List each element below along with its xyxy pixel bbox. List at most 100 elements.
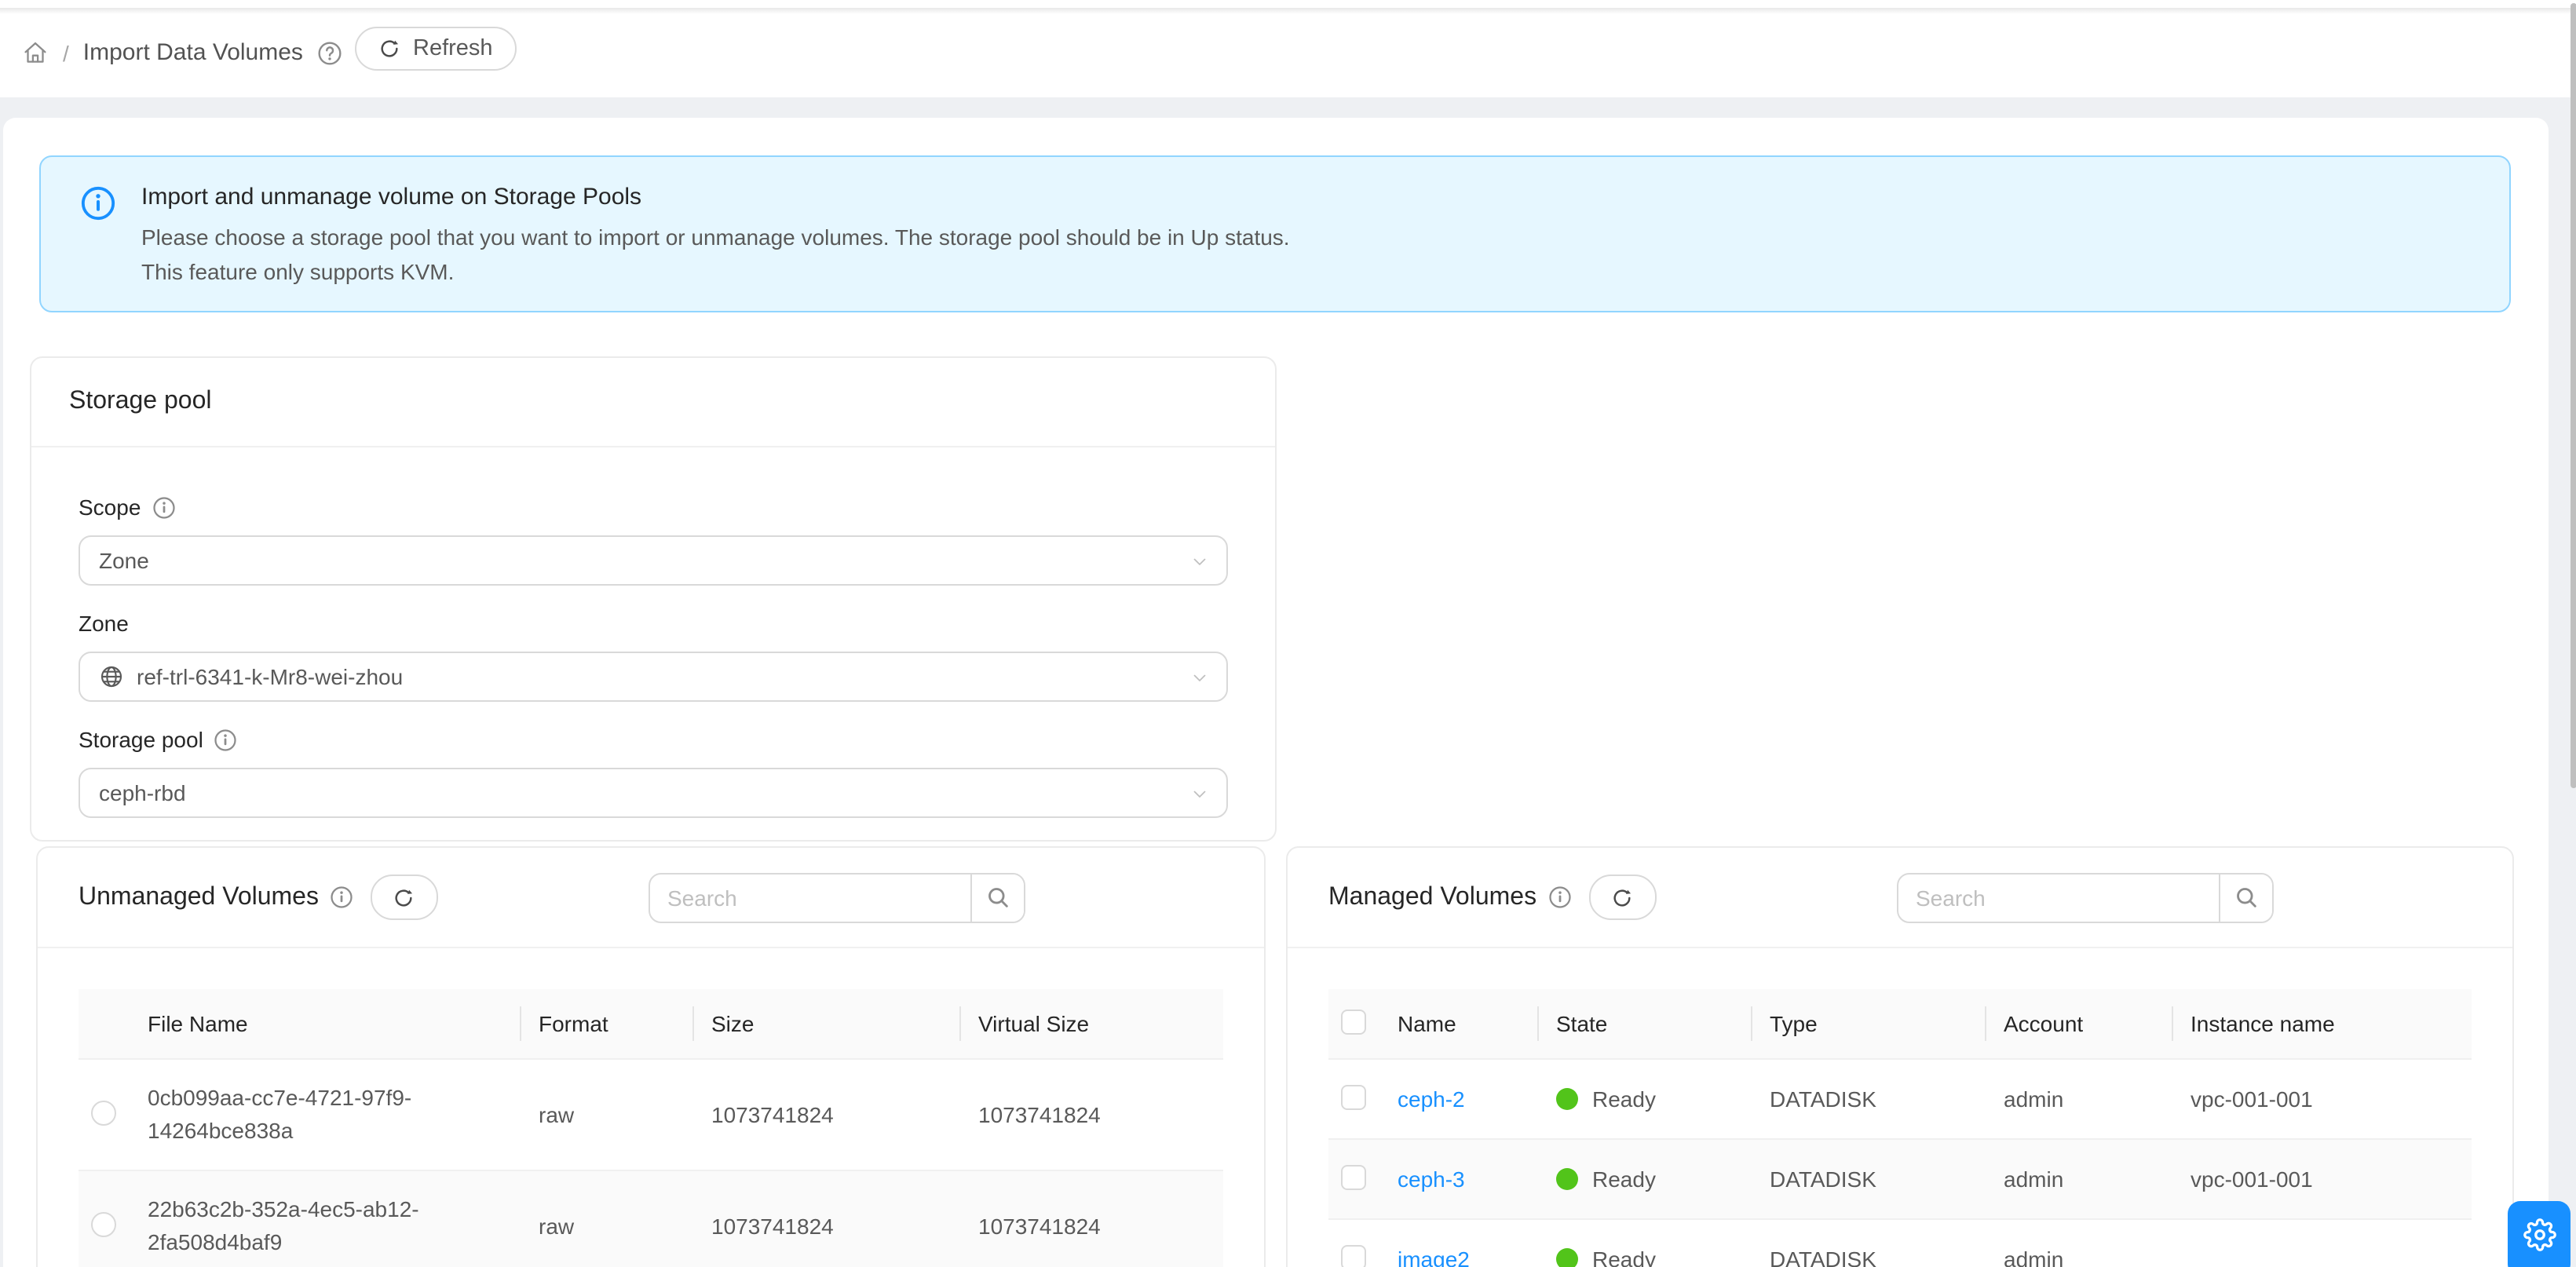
row-radio[interactable] <box>91 1100 116 1125</box>
column-header-type: Type <box>1751 989 1985 1059</box>
account-cell: admin <box>1985 1219 2172 1267</box>
breadcrumb-separator: / <box>63 40 69 65</box>
managed-refresh-button[interactable] <box>1588 874 1656 920</box>
size-cell: 1073741824 <box>692 1059 959 1170</box>
type-cell: DATADISK <box>1751 1219 1985 1267</box>
settings-fab-button[interactable] <box>2508 1201 2571 1267</box>
row-checkbox[interactable] <box>1341 1164 1366 1189</box>
info-alert: Import and unmanage volume on Storage Po… <box>39 155 2511 312</box>
account-cell: admin <box>1985 1059 2172 1139</box>
refresh-button[interactable]: Refresh <box>355 27 517 71</box>
instance-name-cell: vpc-001-001 <box>2172 1059 2472 1139</box>
instance-name-cell <box>2172 1219 2472 1267</box>
row-checkbox[interactable] <box>1341 1244 1366 1267</box>
status-dot <box>1556 1088 1578 1110</box>
reload-icon <box>378 38 400 60</box>
reload-icon <box>1611 886 1633 908</box>
volume-name-link[interactable]: ceph-2 <box>1398 1086 1465 1112</box>
zone-select[interactable]: ref-trl-6341-k-Mr8-wei-zhou <box>79 652 1228 702</box>
row-radio[interactable] <box>91 1211 116 1236</box>
header-shadow <box>0 8 2576 14</box>
column-header-account: Account <box>1985 989 2172 1059</box>
state-cell: Ready <box>1592 1247 1656 1267</box>
radio-column-header <box>79 989 129 1059</box>
column-header-instance-name: Instance name <box>2172 989 2472 1059</box>
vertical-scrollbar-thumb[interactable] <box>2571 3 2576 788</box>
table-row: ceph-3 Ready DATADISK admin vpc-001-001 <box>1328 1139 2472 1219</box>
managed-card-title: Managed Volumes <box>1328 883 1536 911</box>
column-header-file-name: File Name <box>129 989 520 1059</box>
unmanaged-info-icon[interactable] <box>330 885 353 909</box>
table-row: 0cb099aa-cc7e-4721-97f9-14264bce838a raw… <box>79 1059 1223 1170</box>
storage-pool-card: Storage pool Scope Zone <box>30 356 1277 842</box>
storage-pool-card-body: Scope Zone Zone <box>31 447 1275 818</box>
table-header-row: File Name Format Size Virtual Size <box>79 989 1223 1059</box>
unmanaged-refresh-button[interactable] <box>371 874 438 920</box>
managed-search-input[interactable] <box>1898 874 2219 921</box>
scope-select-value: Zone <box>99 548 149 573</box>
column-header-format: Format <box>520 989 692 1059</box>
status-dot <box>1556 1248 1578 1267</box>
file-name-cell: 0cb099aa-cc7e-4721-97f9-14264bce838a <box>148 1082 449 1148</box>
scope-select[interactable]: Zone <box>79 535 1228 586</box>
select-all-column-header <box>1328 989 1379 1059</box>
pool-label-row: Storage pool <box>79 725 1228 754</box>
managed-search-button[interactable] <box>2219 874 2272 921</box>
table-header-row: Name State Type Account Instance name <box>1328 989 2472 1059</box>
unmanaged-card-body: File Name Format Size Virtual Size 0cb09… <box>38 948 1264 1267</box>
managed-volumes-table: Name State Type Account Instance name ce… <box>1328 989 2472 1267</box>
zone-label-row: Zone <box>79 609 1228 637</box>
column-header-name: Name <box>1379 989 1537 1059</box>
storage-pool-select[interactable]: ceph-rbd <box>79 768 1228 818</box>
column-header-state: State <box>1537 989 1751 1059</box>
gear-icon <box>2523 1218 2556 1251</box>
table-row: image2 Ready DATADISK admin <box>1328 1219 2472 1267</box>
virtual-size-cell: 1073741824 <box>959 1170 1223 1267</box>
question-circle-icon[interactable] <box>317 40 342 65</box>
state-cell: Ready <box>1592 1086 1656 1112</box>
select-all-checkbox[interactable] <box>1341 1009 1366 1034</box>
state-cell: Ready <box>1592 1167 1656 1192</box>
alert-title: Import and unmanage volume on Storage Po… <box>141 184 1290 210</box>
format-cell: raw <box>520 1059 692 1170</box>
content-panel: Import and unmanage volume on Storage Po… <box>3 118 2549 1267</box>
unmanaged-volumes-card: Unmanaged Volumes <box>36 846 1266 1267</box>
zone-label: Zone <box>79 611 129 636</box>
row-checkbox[interactable] <box>1341 1084 1366 1109</box>
unmanaged-search-input[interactable] <box>650 874 970 921</box>
managed-info-icon[interactable] <box>1547 885 1571 909</box>
unmanaged-volumes-table: File Name Format Size Virtual Size 0cb09… <box>79 989 1223 1267</box>
chevron-down-icon <box>1190 553 1209 571</box>
reload-icon <box>393 886 415 908</box>
scope-info-icon[interactable] <box>152 495 175 519</box>
globe-icon <box>99 664 124 689</box>
search-icon <box>985 884 1011 911</box>
breadcrumb-bar: / Import Data Volumes Refresh <box>0 0 2576 97</box>
table-row: ceph-2 Ready DATADISK admin vpc-001-001 <box>1328 1059 2472 1139</box>
breadcrumb-current-page: Import Data Volumes <box>83 39 303 66</box>
breadcrumb: / Import Data Volumes <box>22 8 342 97</box>
unmanaged-card-title: Unmanaged Volumes <box>79 883 319 911</box>
home-icon[interactable] <box>22 39 49 66</box>
volume-name-link[interactable]: image2 <box>1398 1247 1470 1267</box>
search-icon <box>2233 884 2260 911</box>
alert-text: Import and unmanage volume on Storage Po… <box>141 179 1290 289</box>
unmanaged-search-button[interactable] <box>970 874 1024 921</box>
pool-label: Storage pool <box>79 727 203 752</box>
storage-pool-card-header: Storage pool <box>31 358 1275 447</box>
volume-name-link[interactable]: ceph-3 <box>1398 1167 1465 1192</box>
storage-pool-select-value: ceph-rbd <box>99 780 186 805</box>
status-dot <box>1556 1168 1578 1190</box>
instance-name-cell: vpc-001-001 <box>2172 1139 2472 1219</box>
file-name-cell: 22b63c2b-352a-4ec5-ab12-2fa508d4baf9 <box>148 1193 449 1259</box>
alert-description-line1: Please choose a storage pool that you wa… <box>141 221 1290 255</box>
pool-info-icon[interactable] <box>214 728 238 751</box>
managed-volumes-card: Managed Volumes <box>1286 846 2514 1267</box>
scope-label-row: Scope <box>79 493 1228 521</box>
managed-search <box>1897 872 2274 922</box>
info-circle-icon <box>80 185 116 221</box>
alert-description-line2: This feature only supports KVM. <box>141 255 1290 289</box>
column-header-virtual-size: Virtual Size <box>959 989 1223 1059</box>
format-cell: raw <box>520 1170 692 1267</box>
chevron-down-icon <box>1190 669 1209 688</box>
